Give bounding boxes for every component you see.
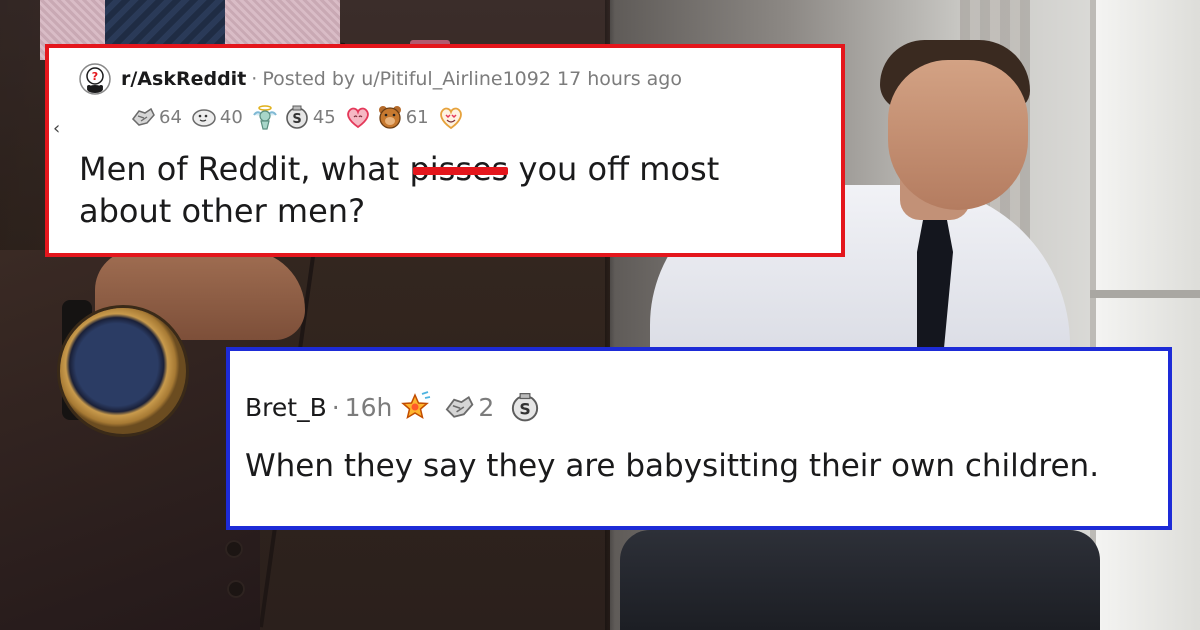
award-count: 45 xyxy=(312,106,336,128)
award-silver[interactable]: S xyxy=(508,390,542,424)
post-awards: 64 40 S 45 61 xyxy=(129,100,811,134)
separator-dot: · xyxy=(251,68,258,90)
svg-text:S: S xyxy=(292,112,301,127)
askreddit-avatar-icon[interactable]: ? xyxy=(79,63,111,95)
comment-card: Bret_B · 16h 2 S When they say they are … xyxy=(226,347,1172,530)
award-count: 2 xyxy=(478,392,495,422)
award-silver[interactable]: S 45 xyxy=(283,103,340,131)
award-heart-eyes[interactable] xyxy=(437,103,465,131)
award-wholesome-seal[interactable]: 40 xyxy=(190,103,247,131)
starstruck-award-icon xyxy=(401,391,431,420)
award-helping-hand[interactable]: 64 xyxy=(129,103,186,131)
award-starstruck[interactable] xyxy=(398,390,432,424)
jacket-buttons xyxy=(225,540,245,630)
posted-by-text: Posted by u/Pitiful_Airline1092 17 hours… xyxy=(262,68,682,90)
censored-word: pisses xyxy=(409,148,509,190)
window-frame xyxy=(1090,0,1200,630)
post-title-start: Men of Reddit, what xyxy=(79,150,410,188)
jacket-button xyxy=(227,580,245,598)
comment-author-link[interactable]: Bret_B xyxy=(245,393,327,422)
window-sill xyxy=(1090,290,1200,298)
wristwatch xyxy=(60,308,186,434)
post-meta: ? r/AskReddit · Posted by u/Pitiful_Airl… xyxy=(79,62,811,96)
award-count: 64 xyxy=(159,106,182,128)
award-count: 61 xyxy=(405,106,429,128)
heart-eyes-award-icon xyxy=(439,107,462,130)
comment-body: When they say they are babysitting their… xyxy=(245,448,1100,484)
silver-award-icon: S xyxy=(286,105,308,129)
post-title[interactable]: Men of Reddit, what pisses you off most … xyxy=(79,148,811,232)
separator-dot: · xyxy=(331,392,340,422)
collapse-icon[interactable]: ‹ xyxy=(53,118,60,139)
award-angel[interactable] xyxy=(251,103,279,131)
heartwarming-award-icon xyxy=(346,107,369,129)
trousers xyxy=(620,530,1100,630)
award-bear[interactable]: 61 xyxy=(376,103,433,131)
helping-hand-award-icon xyxy=(132,107,155,126)
comment-meta: Bret_B · 16h 2 S xyxy=(245,387,1153,427)
comment-age: 16h xyxy=(344,392,393,422)
subreddit-link[interactable]: r/AskReddit xyxy=(121,68,246,90)
angel-award-icon xyxy=(252,105,277,130)
jacket-button xyxy=(225,540,243,558)
helping-hand-award-icon xyxy=(445,395,474,418)
wholesome-seal-award-icon xyxy=(192,109,216,127)
svg-text:S: S xyxy=(520,399,531,418)
bear-award-icon xyxy=(378,106,401,129)
award-count: 40 xyxy=(219,106,243,128)
head xyxy=(888,60,1028,210)
silver-award-icon: S xyxy=(512,393,539,422)
award-heartwarming[interactable] xyxy=(344,103,372,131)
post-card: ‹ ? r/AskReddit · Posted by u/Pitiful_Ai… xyxy=(45,44,845,257)
svg-text:?: ? xyxy=(92,70,98,83)
award-helping-hand[interactable]: 2 xyxy=(442,390,498,424)
censor-strike xyxy=(413,167,509,176)
